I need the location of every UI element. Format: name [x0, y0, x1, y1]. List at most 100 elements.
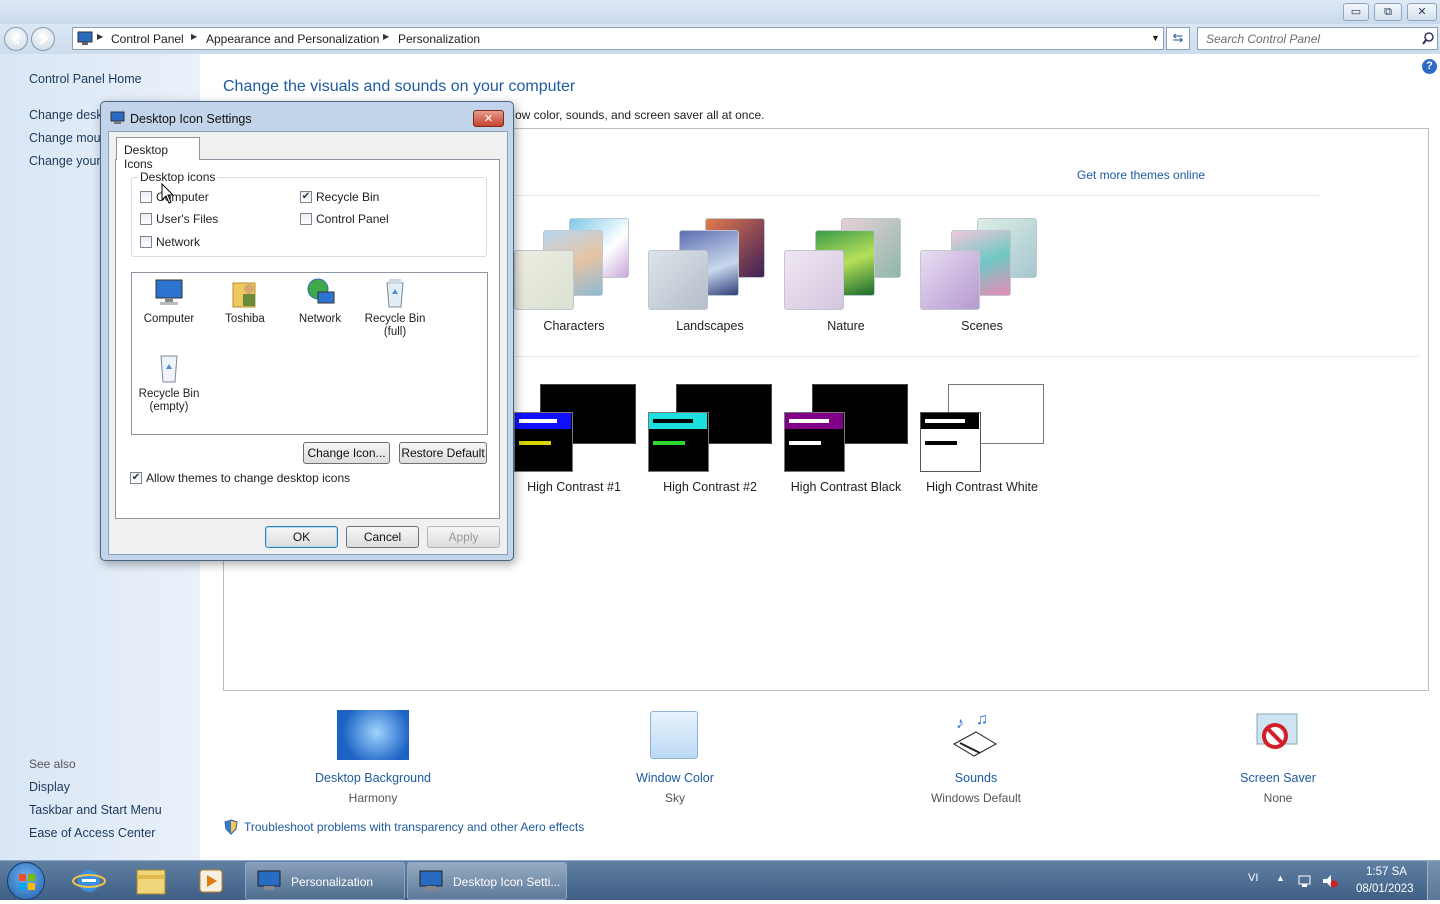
checkbox-box[interactable]	[140, 236, 152, 248]
theme-scenes[interactable]: Scenes	[917, 216, 1047, 336]
theme-landscapes[interactable]: Landscapes	[645, 216, 775, 336]
forward-button[interactable]	[31, 27, 55, 51]
task-label: Personalization	[291, 875, 374, 889]
theme-high-contrast-1[interactable]: High Contrast #1	[509, 383, 639, 503]
task-label: Desktop Icon Setti...	[453, 875, 561, 889]
breadcrumb-control-panel[interactable]: Control Panel	[111, 32, 184, 46]
start-button[interactable]	[7, 862, 45, 900]
windows-logo-icon	[19, 874, 35, 890]
theme-nature[interactable]: Nature	[781, 216, 911, 336]
theme-high-contrast-black[interactable]: High Contrast Black	[781, 383, 911, 503]
change-mouse-pointers-link[interactable]: Change mous	[29, 131, 107, 145]
recycle-bin-full-icon	[386, 279, 404, 308]
theme-characters[interactable]: Characters	[509, 216, 639, 336]
network-tray-icon[interactable]	[1298, 874, 1314, 888]
control-panel-icon	[77, 31, 93, 45]
dialog-close-button[interactable]: ✕	[473, 110, 504, 127]
window-color-item[interactable]: Window Color Sky	[600, 708, 750, 808]
user-folder-icon	[232, 282, 256, 308]
task-desktop-icon-settings[interactable]: Desktop Icon Setti...	[407, 862, 567, 900]
recycle-bin-checkbox[interactable]: ✔ Recycle Bin	[300, 190, 379, 204]
back-button[interactable]	[4, 27, 28, 51]
minimize-button[interactable]: ▭	[1343, 3, 1369, 21]
clock-time[interactable]: 1:57 SA	[1366, 866, 1407, 878]
language-indicator[interactable]: VI	[1248, 872, 1258, 884]
search-input[interactable]: Search Control Panel	[1197, 27, 1438, 50]
users-files-checkbox[interactable]: User's Files	[140, 212, 218, 226]
icon-list[interactable]: Computer Toshiba Network Recycle Bin (fu…	[131, 272, 488, 435]
help-icon[interactable]: ?	[1422, 59, 1437, 74]
volume-muted-icon[interactable]	[1322, 874, 1338, 888]
breadcrumb-appearance[interactable]: Appearance and Personalization	[206, 32, 379, 46]
allow-themes-checkbox[interactable]: ✔ Allow themes to change desktop icons	[130, 471, 350, 485]
checkbox-label: Network	[156, 235, 201, 249]
theme-label: Landscapes	[676, 319, 744, 333]
desktop-background-item[interactable]: Desktop Background Harmony	[298, 708, 448, 808]
screen-saver-link[interactable]: Screen Saver	[1203, 771, 1353, 785]
restore-button[interactable]: ⧉	[1374, 3, 1402, 21]
tab-panel: Desktop icons Computer ✔ Recycle Bin User…	[115, 159, 500, 519]
network-checkbox[interactable]: Network	[140, 235, 200, 249]
sounds-link[interactable]: Sounds	[901, 771, 1051, 785]
divider	[515, 195, 1319, 196]
window-color-link[interactable]: Window Color	[600, 771, 750, 785]
refresh-button[interactable]: ⇆	[1166, 27, 1190, 50]
show-desktop-button[interactable]	[1427, 861, 1440, 900]
desktop-icon-settings-icon	[419, 870, 443, 890]
close-window-button[interactable]: ✕	[1407, 3, 1437, 21]
control-panel-home-link[interactable]: Control Panel Home	[29, 72, 142, 86]
screen-saver-value: None	[1263, 791, 1293, 805]
apply-button[interactable]: Apply	[427, 526, 500, 548]
theme-label: High Contrast #2	[663, 480, 757, 494]
display-link[interactable]: Display	[29, 780, 70, 794]
icon-label: Recycle Bin (empty)	[138, 388, 200, 413]
checkbox-label: User's Files	[156, 212, 219, 226]
see-also-heading: See also	[29, 757, 76, 771]
breadcrumb-arrow-icon: ▶	[383, 32, 390, 41]
checkbox-label: Allow themes to change desktop icons	[146, 471, 351, 485]
icon-label: Recycle Bin (full)	[364, 313, 426, 338]
window-title-bar: ▭ ⧉ ✕	[0, 0, 1440, 24]
clock-date[interactable]: 08/01/2023	[1356, 883, 1414, 895]
address-bar[interactable]: ▶ Control Panel ▶ Appearance and Persona…	[72, 27, 1164, 50]
sounds-icon: ♪ ♫	[952, 711, 998, 757]
checkbox-box[interactable]: ✔	[300, 191, 312, 203]
theme-high-contrast-white[interactable]: High Contrast White	[917, 383, 1047, 503]
media-player-button[interactable]	[187, 864, 235, 898]
chevron-down-icon[interactable]: ▼	[1151, 33, 1160, 43]
internet-explorer-button[interactable]	[65, 864, 113, 898]
navigation-bar: ▶ Control Panel ▶ Appearance and Persona…	[0, 24, 1440, 54]
sounds-item[interactable]: ♪ ♫ Sounds Windows Default	[901, 708, 1051, 808]
show-hidden-icons-icon[interactable]: ▲	[1276, 873, 1285, 883]
icon-label: Toshiba	[225, 313, 265, 325]
cancel-button[interactable]: Cancel	[346, 526, 419, 548]
ease-of-access-link[interactable]: Ease of Access Center	[29, 826, 155, 840]
breadcrumb-arrow-icon: ▶	[97, 32, 104, 41]
screen-saver-item[interactable]: Screen Saver None	[1203, 708, 1353, 808]
dialog-title: Desktop Icon Settings	[130, 112, 252, 126]
arrow-right-icon	[39, 33, 48, 45]
change-account-picture-link[interactable]: Change your	[29, 154, 101, 168]
task-personalization[interactable]: Personalization	[245, 862, 405, 900]
checkbox-box[interactable]	[300, 213, 312, 225]
computer-icon	[155, 279, 183, 305]
get-more-themes-link[interactable]: Get more themes online	[1077, 168, 1205, 182]
desktop-background-link[interactable]: Desktop Background	[298, 771, 448, 785]
troubleshoot-aero-link[interactable]: Troubleshoot problems with transparency …	[244, 820, 584, 834]
theme-label: High Contrast #1	[527, 480, 621, 494]
control-panel-checkbox[interactable]: Control Panel	[300, 212, 389, 226]
theme-high-contrast-2[interactable]: High Contrast #2	[645, 383, 775, 503]
breadcrumb-personalization[interactable]: Personalization	[398, 32, 480, 46]
theme-label: Characters	[543, 319, 605, 333]
change-desktop-icons-link[interactable]: Change deskt	[29, 108, 106, 122]
checkbox-box[interactable]	[140, 213, 152, 225]
tab-desktop-icons[interactable]: Desktop Icons	[116, 137, 200, 171]
search-icon[interactable]	[1422, 32, 1435, 45]
change-icon-button[interactable]: Change Icon...	[303, 442, 390, 464]
checkbox-box[interactable]: ✔	[130, 472, 142, 484]
restore-default-button[interactable]: Restore Default	[399, 442, 487, 464]
ok-button[interactable]: OK	[265, 526, 338, 548]
taskbar-start-menu-link[interactable]: Taskbar and Start Menu	[29, 803, 162, 817]
checkbox-box[interactable]	[140, 191, 152, 203]
explorer-button[interactable]	[127, 864, 175, 898]
